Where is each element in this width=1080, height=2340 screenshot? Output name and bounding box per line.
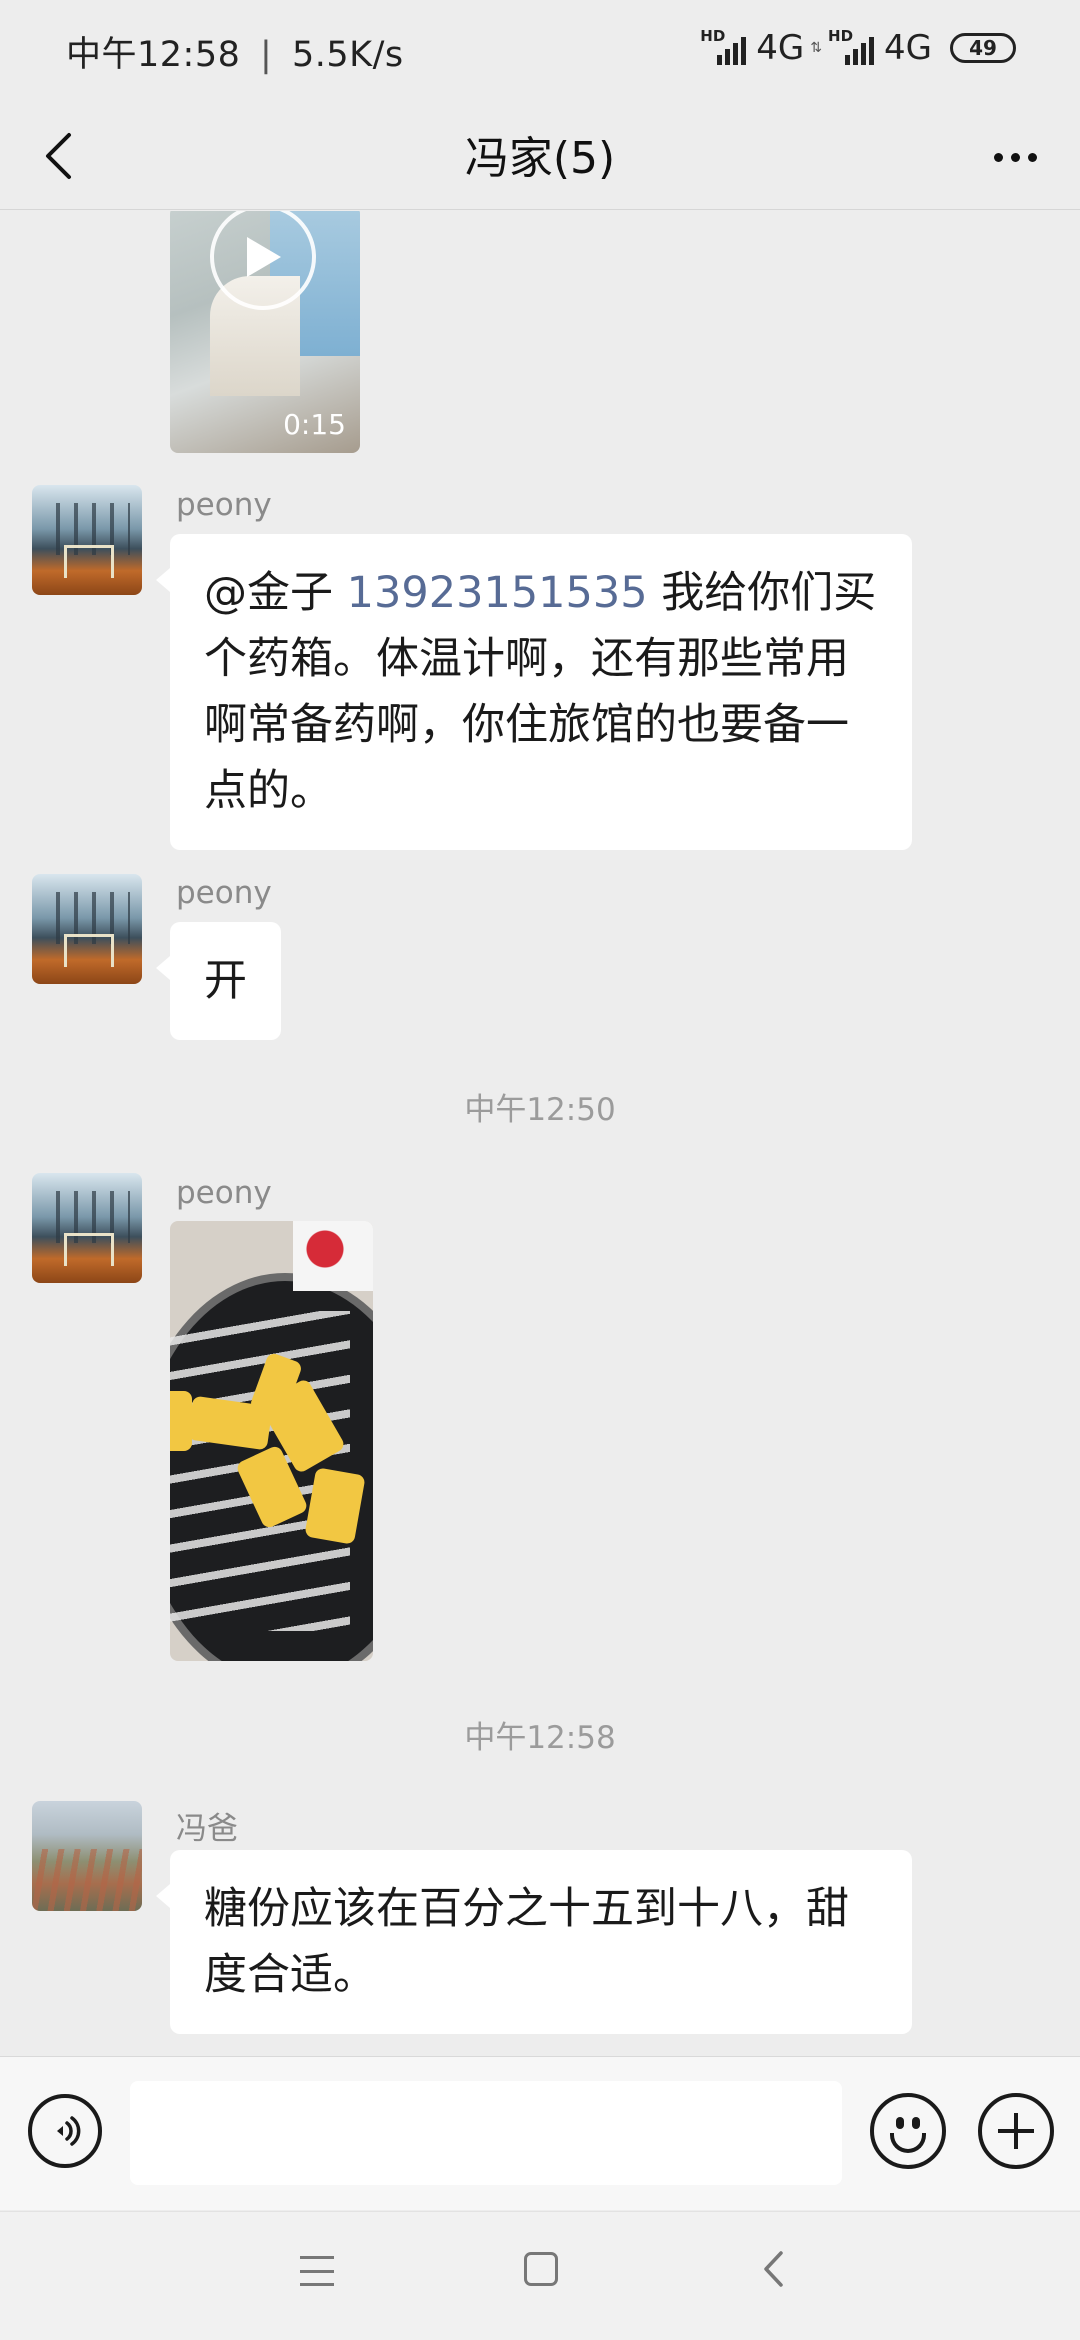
battery-icon: 49 <box>950 33 1016 63</box>
signal-icon: HD <box>828 27 875 65</box>
message-bubble[interactable]: 开 <box>156 922 281 1040</box>
sender-name: peony <box>176 875 272 911</box>
video-duration: 0:15 <box>283 408 346 441</box>
chat-header: 冯家(5) <box>0 100 1080 210</box>
chat-screen: 中午12:58 | 5.5K/s HD 4G ⇅ HD 4G 49 冯家(5) <box>0 0 1080 2340</box>
more-dots-icon <box>993 152 1003 162</box>
sender-name: peony <box>176 487 272 523</box>
emoji-button[interactable] <box>870 2093 946 2169</box>
net-speed: 5.5K/s <box>291 35 404 75</box>
status-time: 中午12:58 <box>66 35 241 75</box>
avatar[interactable] <box>32 1801 142 1911</box>
status-left: 中午12:58 | 5.5K/s <box>66 26 404 77</box>
avatar[interactable] <box>32 1173 142 1283</box>
status-right: HD 4G ⇅ HD 4G 49 <box>700 27 1016 68</box>
status-separator: | <box>260 35 273 75</box>
chat-title: 冯家(5) <box>464 133 616 184</box>
home-icon[interactable] <box>524 2252 558 2286</box>
voice-icon <box>57 2116 81 2146</box>
avatar[interactable] <box>32 874 142 984</box>
sender-name: peony <box>176 1175 272 1211</box>
signal-icon: HD <box>700 27 747 65</box>
input-bar <box>0 2056 1080 2210</box>
system-nav-bar <box>0 2211 1080 2340</box>
status-bar: 中午12:58 | 5.5K/s HD 4G ⇅ HD 4G 49 <box>0 0 1080 100</box>
voice-button[interactable] <box>28 2094 102 2168</box>
plus-button[interactable] <box>978 2093 1054 2169</box>
message-text: @金子 <box>204 568 347 618</box>
time-separator: 中午12:50 <box>464 1092 616 1128</box>
menu-icon[interactable] <box>300 2256 334 2286</box>
back-icon[interactable] <box>756 2251 790 2287</box>
network-type-1: 4G <box>756 28 805 68</box>
message-bubble[interactable]: 糖份应该在百分之十五到十八，甜度合适。 <box>156 1850 912 2034</box>
time-separator: 中午12:58 <box>464 1720 616 1756</box>
sender-name: 冯爸 <box>176 1811 238 1847</box>
video-message[interactable]: 0:15 <box>170 211 360 453</box>
more-button[interactable] <box>980 132 1050 182</box>
image-message[interactable] <box>170 1221 373 1661</box>
message-bubble[interactable]: @金子 13923151535 我给你们买个药箱。体温计啊，还有那些常用啊常备药… <box>156 534 912 850</box>
message-input[interactable] <box>130 2081 842 2185</box>
avatar[interactable] <box>32 485 142 595</box>
data-arrows-icon: ⇅ <box>810 40 823 56</box>
message-list[interactable]: 0:15 peony @金子 13923151535 我给你们买个药箱。体温计啊… <box>0 211 1080 2056</box>
message-text: 开 <box>204 956 247 1006</box>
network-type-2: 4G <box>884 28 932 68</box>
message-text: 糖份应该在百分之十五到十八，甜度合适。 <box>204 1884 849 2000</box>
phone-link[interactable]: 13923151535 <box>347 568 648 618</box>
